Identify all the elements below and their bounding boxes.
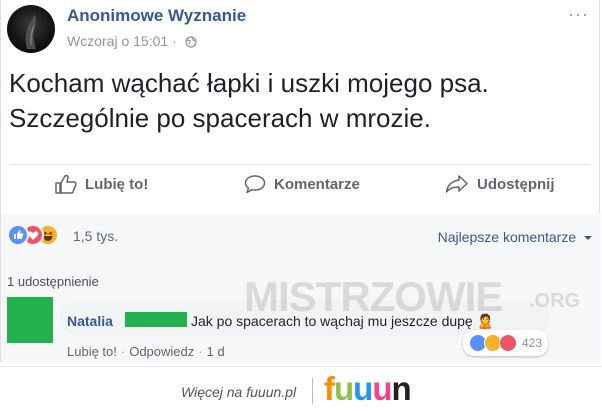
site-logo[interactable]: fuuun xyxy=(324,370,412,408)
commenter-name[interactable]: Natalia xyxy=(67,313,113,329)
logo-letter: u xyxy=(372,370,392,407)
logo-letter: n xyxy=(391,370,412,407)
post-text: Kocham wąchać łapki i uszki mojego psa. … xyxy=(9,66,489,136)
logo-letter: u xyxy=(334,370,354,407)
more-options-icon[interactable]: ··· xyxy=(568,4,589,25)
comment-button-label: Komentarze xyxy=(274,175,360,193)
caret-down-icon xyxy=(584,236,592,240)
logo-letter: f xyxy=(324,370,335,407)
share-arrow-icon xyxy=(445,175,468,193)
post-timestamp[interactable]: Wczoraj o 15:01 xyxy=(67,33,168,49)
watermark: MISTRZOWIE xyxy=(244,273,503,320)
post-card: Anonimowe Wyznanie Wczoraj o 15:01 · ···… xyxy=(0,0,601,362)
share-button[interactable]: Udostępnij xyxy=(445,174,555,194)
comment-like-link[interactable]: Lubię to! xyxy=(67,344,117,359)
action-bar: Lubię to! Komentarze Udostępnij xyxy=(1,164,601,204)
globe-icon xyxy=(184,36,197,48)
comment-reactions[interactable]: 423 xyxy=(463,330,549,356)
post-text-line: Szczególnie po spacerach w mrozie. xyxy=(9,103,431,133)
like-button-label: Lubię to! xyxy=(85,175,149,193)
commenter-avatar[interactable] xyxy=(7,297,53,343)
more-link[interactable]: Więcej na fuuun.pl xyxy=(181,384,296,400)
comment-age[interactable]: 1 d xyxy=(207,344,225,359)
comment-button[interactable]: Komentarze xyxy=(244,174,360,194)
comment-sort-label: Najlepsze komentarze xyxy=(437,229,577,245)
like-button[interactable]: Lubię to! xyxy=(55,174,148,194)
love-reaction-icon xyxy=(499,334,517,352)
reaction-count[interactable]: 1,5 tys. xyxy=(73,228,118,244)
watermark-suffix: .ORG xyxy=(529,290,581,312)
logo-letter: u xyxy=(353,370,373,407)
post-meta: Wczoraj o 15:01 · xyxy=(67,33,197,49)
page-avatar[interactable] xyxy=(7,5,55,53)
thumbs-up-icon xyxy=(55,174,77,194)
redacted-name xyxy=(125,312,187,327)
shares-count[interactable]: 1 udostępnienie xyxy=(7,274,99,289)
comment-reply-link[interactable]: Odpowiedz xyxy=(129,344,194,359)
comment-actions: Lubię to! · Odpowiedz · 1 d xyxy=(67,344,225,359)
footer-separator xyxy=(312,378,313,404)
page-name[interactable]: Anonimowe Wyznanie xyxy=(67,6,246,26)
meta-separator: · xyxy=(172,33,177,49)
post-text-line: Kocham wąchać łapki i uszki mojego psa. xyxy=(9,68,489,98)
footer-divider xyxy=(0,366,602,367)
comment-sort-dropdown[interactable]: Najlepsze komentarze xyxy=(438,229,593,245)
reactions-summary: 1,5 tys. Najlepsze komentarze xyxy=(1,214,601,264)
share-button-label: Udostępnij xyxy=(477,175,555,193)
like-reaction-icon[interactable] xyxy=(7,224,29,246)
site-footer: Więcej na fuuun.pl fuuun xyxy=(0,362,602,411)
comment-reaction-count: 423 xyxy=(522,336,543,350)
comment-icon xyxy=(244,175,266,194)
